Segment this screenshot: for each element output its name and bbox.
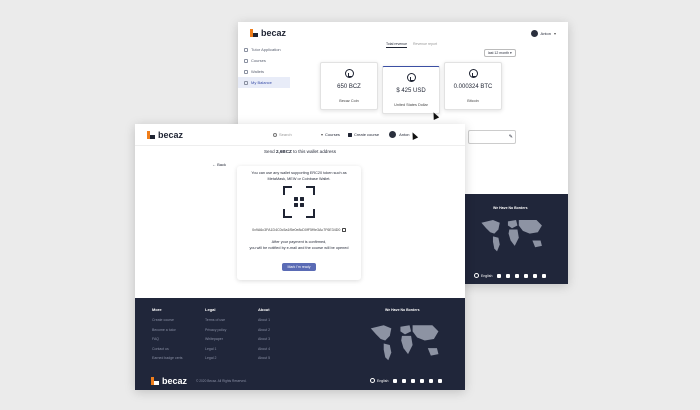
footer-bottom: English <box>370 378 443 383</box>
footer-link[interactable]: Become a tutor <box>152 328 183 332</box>
footer-link[interactable]: Legal 2 <box>205 356 226 360</box>
search-input[interactable]: Search <box>273 132 313 137</box>
footer-link[interactable]: FAQ <box>152 337 183 341</box>
footer-column-legal: Legal Terms of use Privacy policy Whitep… <box>205 307 227 360</box>
back-button[interactable]: ← Back <box>212 162 226 167</box>
book-icon <box>244 58 248 63</box>
logo-mark-icon <box>147 130 155 139</box>
footer-link[interactable]: About 1 <box>258 318 270 322</box>
footer-link[interactable]: Legal 1 <box>205 347 226 351</box>
logo[interactable]: becaz <box>147 130 183 140</box>
chevron-down-icon: ▾ <box>510 51 512 55</box>
map-title: We Have No Borders <box>493 206 528 210</box>
create-course-button[interactable]: Create course <box>347 132 379 137</box>
footer-link[interactable]: About 5 <box>258 356 270 360</box>
avatar <box>389 131 397 138</box>
instagram-icon[interactable] <box>411 378 416 383</box>
qr-code-icon <box>283 186 315 218</box>
footer-link[interactable]: Create course <box>152 318 183 322</box>
telegram-icon[interactable] <box>429 378 434 383</box>
wallet-input[interactable]: ✎ <box>468 130 516 144</box>
linkedin-icon[interactable] <box>420 378 425 383</box>
create-icon <box>347 132 352 137</box>
footer-bottom: English <box>474 273 547 278</box>
user-menu[interactable]: Anton ▾ <box>530 29 556 37</box>
courses-menu[interactable]: ▾ Courses <box>321 132 340 137</box>
globe-icon <box>370 378 375 383</box>
payment-card: You can use any wallet supporting ERC20 … <box>237 166 361 280</box>
footer-logo[interactable]: becaz <box>151 376 187 386</box>
facebook-icon[interactable] <box>393 378 398 383</box>
youtube-icon[interactable] <box>542 273 547 278</box>
map-title: We Have No Borders <box>385 308 420 312</box>
confirm-ready-button[interactable]: Mark I'm ready <box>282 263 316 271</box>
sidebar-item-tutor-application[interactable]: Tutor Application <box>238 44 290 55</box>
sidebar-item-wallets[interactable]: Wallets <box>238 66 290 77</box>
period-select[interactable]: last 12 month ▾ <box>484 49 516 57</box>
footer-link[interactable]: Earned badge certs <box>152 356 183 360</box>
arrow-left-icon: ← <box>212 162 216 167</box>
balance-card-bcz[interactable]: 650 BCZ Becaz Coin <box>320 62 378 110</box>
footer-link[interactable]: Contact us <box>152 347 183 351</box>
footer-link[interactable]: About 2 <box>258 328 270 332</box>
coin-icon <box>344 69 354 78</box>
chevron-down-icon: ▾ <box>321 132 324 137</box>
footer-link[interactable]: About 3 <box>258 337 270 341</box>
logo[interactable]: becaz <box>250 28 286 38</box>
linkedin-icon[interactable] <box>524 273 529 278</box>
avatar <box>530 29 538 37</box>
world-map-icon <box>370 325 439 361</box>
footer-link[interactable]: Whitepaper <box>205 337 226 341</box>
payment-window: becaz Search ▾ Courses Create course Ant… <box>135 124 465 390</box>
world-map-icon <box>481 220 542 252</box>
confirmation-notice: After your payment is confirmed, you wil… <box>249 240 349 250</box>
youtube-icon[interactable] <box>438 378 443 383</box>
edit-icon[interactable]: ✎ <box>509 134 513 140</box>
page-title: Send 2,6BCZ to this wallet address <box>263 149 337 154</box>
wallet-address[interactable]: 0x9A6c3FA1D4C0c5a1f5e0e8cD0fF5f9e3Ac7F6E… <box>243 228 355 232</box>
coin-icon <box>468 69 478 78</box>
search-icon <box>273 132 278 137</box>
copy-icon[interactable] <box>342 228 346 232</box>
wallet-description: You can use any wallet supporting ERC20 … <box>251 171 347 181</box>
language-select[interactable]: English <box>474 273 492 278</box>
footer-link[interactable]: Privacy policy <box>205 328 226 332</box>
balance-card-usd[interactable]: $ 425 USD United States Dollar <box>382 66 440 114</box>
tab-revenue-report[interactable]: Revenue report <box>413 42 437 48</box>
revenue-tabs: Total revenue Revenue report <box>386 42 437 48</box>
logo-mark-icon <box>250 29 258 37</box>
instagram-icon[interactable] <box>515 273 520 278</box>
wallet-icon <box>244 69 248 74</box>
footer-column-more: More Create course Become a tutor FAQ Co… <box>152 307 183 360</box>
twitter-icon[interactable] <box>402 378 407 383</box>
facebook-icon[interactable] <box>497 273 502 278</box>
footer-column-about: About About 1 About 2 About 3 About 4 Ab… <box>258 307 271 360</box>
language-select[interactable]: English <box>370 378 388 383</box>
header: becaz Anton ▾ <box>238 22 568 44</box>
telegram-icon[interactable] <box>533 273 538 278</box>
logo-mark-icon <box>151 377 159 385</box>
globe-icon <box>474 273 479 278</box>
sidebar-item-courses[interactable]: Courses <box>238 55 290 66</box>
footer-brand: becaz © 2020 Becaz. All Rights Reserved. <box>151 376 247 386</box>
balance-icon <box>244 80 248 85</box>
tab-total-revenue[interactable]: Total revenue <box>386 42 408 48</box>
sidebar-item-my-balance[interactable]: My Balance <box>238 77 290 88</box>
chevron-down-icon: ▾ <box>553 30 556 36</box>
footer: More Create course Become a tutor FAQ Co… <box>135 298 465 390</box>
coin-icon <box>406 73 416 82</box>
footer-link[interactable]: Terms of use <box>205 318 226 322</box>
copyright: © 2020 Becaz. All Rights Reserved. <box>196 379 247 383</box>
balance-card-btc[interactable]: 0.000324 BTC Bitcoin <box>444 62 502 110</box>
footer-link[interactable]: About 4 <box>258 347 270 351</box>
document-icon <box>244 47 248 52</box>
twitter-icon[interactable] <box>506 273 511 278</box>
